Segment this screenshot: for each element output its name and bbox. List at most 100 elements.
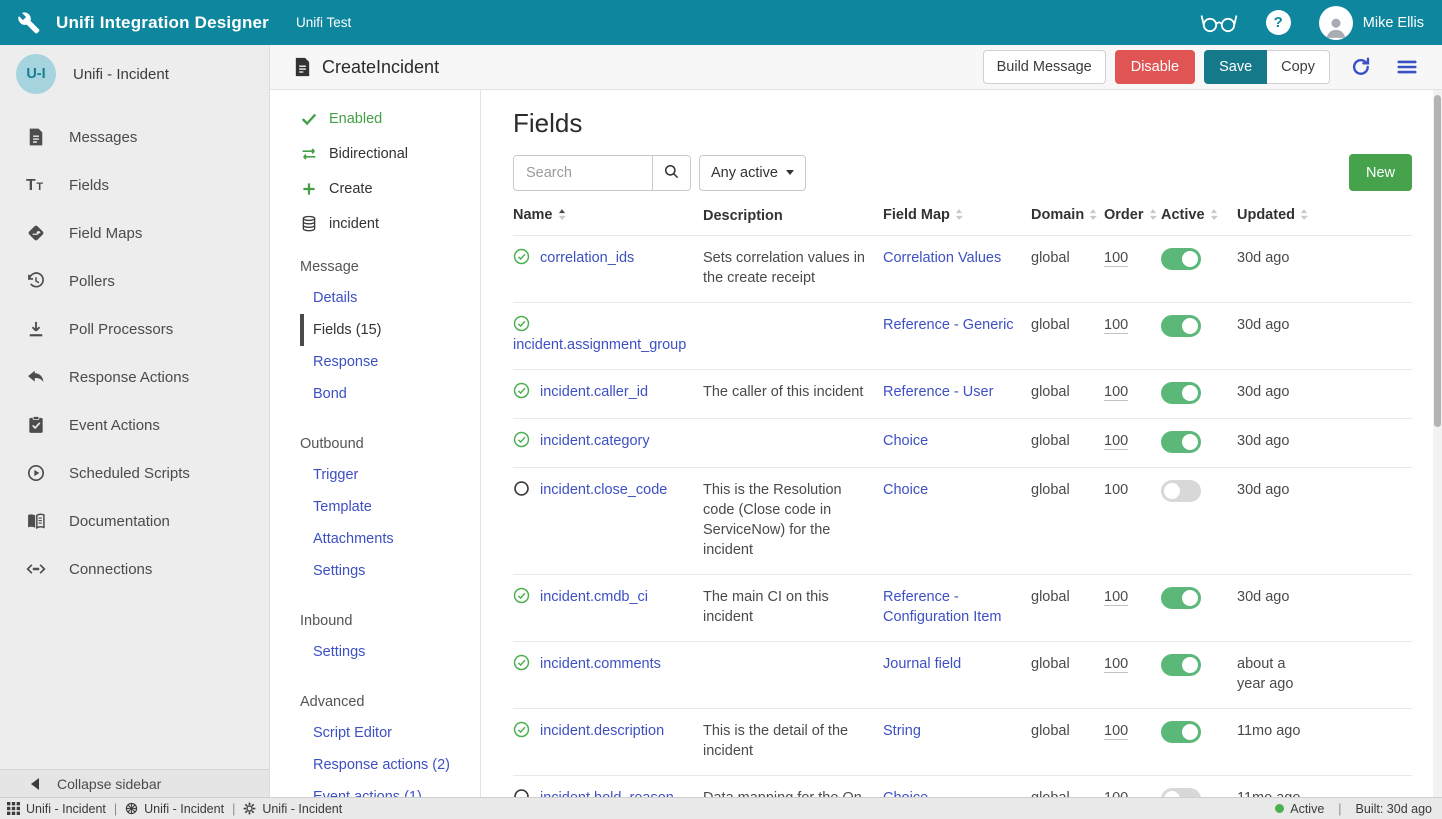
spacer-cell bbox=[1323, 303, 1412, 370]
wrench-logo-icon[interactable] bbox=[16, 10, 41, 35]
sidebar-item-messages[interactable]: Messages bbox=[0, 113, 269, 161]
refresh-icon[interactable] bbox=[1350, 56, 1372, 78]
active-toggle[interactable] bbox=[1161, 654, 1201, 676]
sidebar-item-event-actions[interactable]: Event Actions bbox=[0, 401, 269, 449]
field-name-link[interactable]: incident.cmdb_ci bbox=[540, 589, 648, 605]
sidebar-item-documentation[interactable]: Documentation bbox=[0, 497, 269, 545]
new-field-button[interactable]: New bbox=[1349, 154, 1412, 191]
search-input[interactable] bbox=[514, 156, 652, 190]
nav-item-settings[interactable]: Settings bbox=[300, 555, 480, 587]
glasses-icon[interactable] bbox=[1200, 11, 1238, 35]
message-badge-enabled[interactable]: Enabled bbox=[300, 110, 480, 128]
column-header-domain[interactable]: Domain bbox=[1031, 195, 1104, 236]
field-name-link[interactable]: incident.description bbox=[540, 723, 664, 739]
field-name-link[interactable]: incident.category bbox=[540, 433, 650, 449]
nav-item-script-editor[interactable]: Script Editor bbox=[300, 717, 480, 749]
integration-header[interactable]: U-I Unifi - Incident bbox=[0, 45, 269, 103]
order-value[interactable]: 100 bbox=[1104, 433, 1128, 450]
column-header-description[interactable]: Description bbox=[703, 195, 883, 236]
field-map-link[interactable]: Reference - Configuration Item bbox=[883, 589, 1001, 625]
nav-item-settings[interactable]: Settings bbox=[300, 636, 480, 668]
nav-item-trigger[interactable]: Trigger bbox=[300, 459, 480, 491]
field-map-link[interactable]: Correlation Values bbox=[883, 250, 1001, 266]
field-name-link[interactable]: incident.caller_id bbox=[540, 384, 648, 400]
message-badge-bidirectional[interactable]: Bidirectional bbox=[300, 145, 480, 163]
app-title: Unifi Integration Designer bbox=[56, 13, 269, 33]
user-avatar[interactable] bbox=[1319, 6, 1353, 40]
field-map-link[interactable]: Reference - Generic bbox=[883, 317, 1014, 333]
nav-item-attachments[interactable]: Attachments bbox=[300, 523, 480, 555]
statusbar-tab-1[interactable]: Unifi - Incident bbox=[7, 802, 106, 816]
message-badge-create[interactable]: Create bbox=[300, 180, 480, 198]
save-button[interactable]: Save bbox=[1204, 50, 1267, 84]
sidebar-item-pollers[interactable]: Pollers bbox=[0, 257, 269, 305]
table-row: correlation_idsSets correlation values i… bbox=[513, 236, 1412, 303]
statusbar-tab-2[interactable]: Unifi - Incident bbox=[125, 802, 224, 816]
field-name-link[interactable]: incident.comments bbox=[540, 656, 661, 672]
message-badge-incident[interactable]: incident bbox=[300, 215, 480, 233]
vertical-scrollbar[interactable] bbox=[1433, 90, 1442, 797]
field-name-link[interactable]: incident.hold_reason bbox=[540, 790, 674, 797]
active-toggle[interactable] bbox=[1161, 431, 1201, 453]
sidebar-item-fields[interactable]: TTFields bbox=[0, 161, 269, 209]
collapse-sidebar-button[interactable]: Collapse sidebar bbox=[0, 769, 269, 797]
nav-item-template[interactable]: Template bbox=[300, 491, 480, 523]
inactive-circle-icon bbox=[513, 480, 530, 497]
nav-item-event-actions-1[interactable]: Event actions (1) bbox=[300, 781, 480, 797]
field-name-link[interactable]: incident.close_code bbox=[540, 482, 667, 498]
sidebar-item-scheduled-scripts[interactable]: Scheduled Scripts bbox=[0, 449, 269, 497]
order-value[interactable]: 100 bbox=[1104, 656, 1128, 673]
disable-button[interactable]: Disable bbox=[1115, 50, 1195, 84]
search-button[interactable] bbox=[652, 156, 690, 190]
help-icon[interactable]: ? bbox=[1266, 10, 1291, 35]
field-name-link[interactable]: incident.assignment_group bbox=[513, 337, 686, 353]
field-map-link[interactable]: String bbox=[883, 723, 921, 739]
active-toggle[interactable] bbox=[1161, 721, 1201, 743]
user-name[interactable]: Mike Ellis bbox=[1363, 15, 1424, 31]
column-header-name[interactable]: Name bbox=[513, 195, 703, 236]
order-value[interactable]: 100 bbox=[1104, 723, 1128, 740]
nav-item-response[interactable]: Response bbox=[300, 346, 480, 378]
environment-name[interactable]: Unifi Test bbox=[296, 15, 351, 30]
statusbar-tab-label: Unifi - Incident bbox=[26, 802, 106, 816]
message-nav: EnabledBidirectionalCreateincidentMessag… bbox=[270, 90, 481, 797]
active-toggle[interactable] bbox=[1161, 248, 1201, 270]
order-value[interactable]: 100 bbox=[1104, 384, 1128, 401]
field-map-link[interactable]: Choice bbox=[883, 790, 928, 797]
sidebar-item-response-actions[interactable]: Response Actions bbox=[0, 353, 269, 401]
sidebar-item-field-maps[interactable]: Field Maps bbox=[0, 209, 269, 257]
sidebar-item-poll-processors[interactable]: Poll Processors bbox=[0, 305, 269, 353]
scrollbar-thumb[interactable] bbox=[1434, 95, 1441, 427]
column-header-order[interactable]: Order bbox=[1104, 195, 1161, 236]
active-toggle[interactable] bbox=[1161, 315, 1201, 337]
active-toggle[interactable] bbox=[1161, 788, 1201, 797]
statusbar-tab-3[interactable]: Unifi - Incident bbox=[243, 802, 342, 816]
active-toggle[interactable] bbox=[1161, 587, 1201, 609]
order-value[interactable]: 100 bbox=[1104, 589, 1128, 606]
active-toggle[interactable] bbox=[1161, 382, 1201, 404]
field-map-link[interactable]: Reference - User bbox=[883, 384, 993, 400]
field-map-link[interactable]: Choice bbox=[883, 433, 928, 449]
active-filter-dropdown[interactable]: Any active bbox=[699, 155, 806, 191]
nav-item-fields-15[interactable]: Fields (15) bbox=[300, 314, 480, 346]
copy-button[interactable]: Copy bbox=[1267, 50, 1330, 84]
column-label: Domain bbox=[1031, 207, 1084, 223]
field-name-link[interactable]: correlation_ids bbox=[540, 250, 634, 266]
column-header-active[interactable]: Active bbox=[1161, 195, 1237, 236]
column-header-updated[interactable]: Updated bbox=[1237, 195, 1323, 236]
hamburger-menu-icon[interactable] bbox=[1394, 56, 1420, 78]
order-value[interactable]: 100 bbox=[1104, 317, 1128, 334]
build-message-button[interactable]: Build Message bbox=[983, 50, 1106, 84]
nav-item-bond[interactable]: Bond bbox=[300, 378, 480, 410]
field-map-link[interactable]: Choice bbox=[883, 482, 928, 498]
nav-section-inbound: Inbound bbox=[300, 613, 480, 629]
column-header-field-map[interactable]: Field Map bbox=[883, 195, 1031, 236]
active-toggle[interactable] bbox=[1161, 480, 1201, 502]
column-header-spacer bbox=[1323, 195, 1412, 236]
sidebar-item-connections[interactable]: Connections bbox=[0, 545, 269, 593]
field-map-link[interactable]: Journal field bbox=[883, 656, 961, 672]
nav-item-details[interactable]: Details bbox=[300, 282, 480, 314]
nav-item-response-actions-2[interactable]: Response actions (2) bbox=[300, 749, 480, 781]
order-value[interactable]: 100 bbox=[1104, 250, 1128, 267]
column-label: Order bbox=[1104, 207, 1144, 223]
